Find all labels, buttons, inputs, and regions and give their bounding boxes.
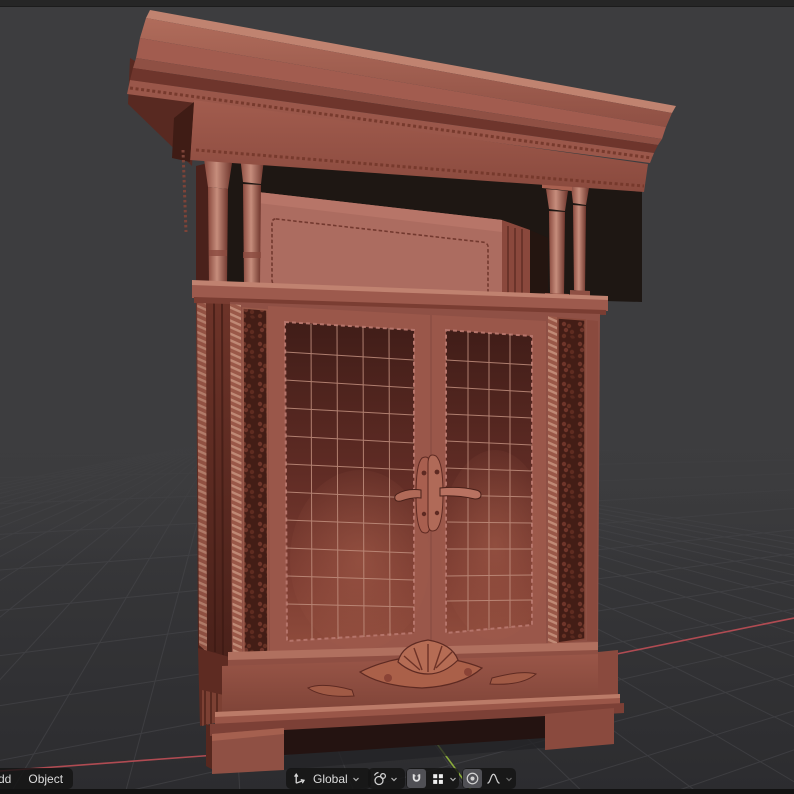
menu-add[interactable]: Add xyxy=(0,772,11,786)
editor-bottom-edge xyxy=(0,789,794,794)
chevron-down-icon xyxy=(352,777,359,781)
snap-target-icon[interactable] xyxy=(428,769,447,788)
viewport-3d[interactable] xyxy=(0,0,794,794)
editor-top-edge xyxy=(0,0,794,7)
menu-object[interactable]: Object xyxy=(28,772,63,786)
pivot-point-icon xyxy=(370,769,389,788)
chevron-down-icon xyxy=(450,777,456,781)
proportional-editing-icon[interactable] xyxy=(463,769,482,788)
snap-magnet-icon[interactable] xyxy=(407,769,426,788)
blender-window: Add Object Global xyxy=(0,0,794,794)
transform-orientation-label: Global xyxy=(313,771,348,786)
right-door xyxy=(432,315,550,651)
transform-orientation-icon xyxy=(290,769,309,788)
falloff-curve-icon[interactable] xyxy=(484,769,503,788)
snap-controls[interactable] xyxy=(406,768,459,789)
chevron-down-icon xyxy=(391,777,397,781)
proportional-edit-controls[interactable] xyxy=(462,768,516,789)
pivot-point-dropdown[interactable] xyxy=(368,768,405,789)
left-door xyxy=(268,306,430,659)
cabinet-model[interactable] xyxy=(127,10,676,774)
transform-orientation-dropdown[interactable]: Global xyxy=(286,768,371,789)
chevron-down-icon xyxy=(506,777,512,781)
header-menu-group: Add Object xyxy=(0,768,74,789)
